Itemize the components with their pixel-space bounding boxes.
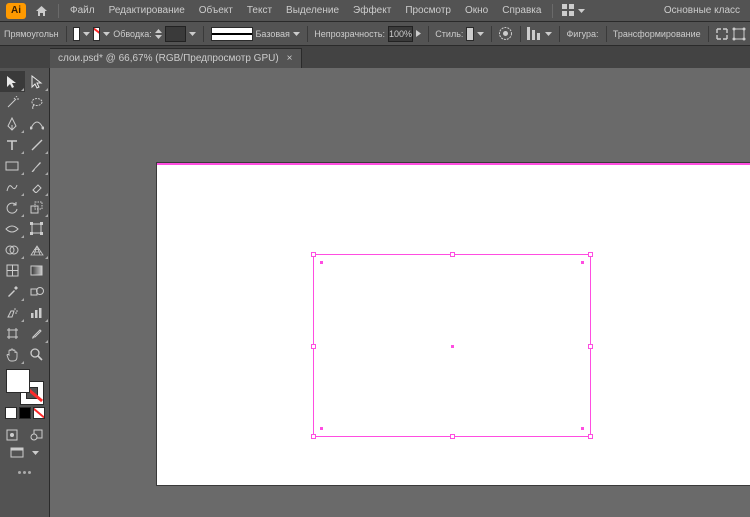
screen-mode-icon[interactable] <box>10 447 24 465</box>
fill-stroke-indicator[interactable] <box>6 369 44 405</box>
graphic-style-swatch[interactable] <box>466 27 473 41</box>
stroke-label: Обводка: <box>113 29 152 39</box>
stroke-width-stepper[interactable] <box>155 27 162 41</box>
chevron-down-icon[interactable] <box>103 27 110 41</box>
app-logo: Ai <box>6 3 26 19</box>
edit-toolbar-icon[interactable] <box>0 471 49 474</box>
divider <box>58 4 59 18</box>
artboard-tool[interactable] <box>0 323 25 344</box>
menu-effect[interactable]: Эффект <box>346 0 398 22</box>
workspace-switcher[interactable]: Основные класс <box>660 5 744 16</box>
hand-tool[interactable] <box>0 344 25 365</box>
curvature-tool[interactable] <box>25 113 50 134</box>
menu-help[interactable]: Справка <box>495 0 548 22</box>
document-tabstrip: слои.psd* @ 66,67% (RGB/Предпросмотр GPU… <box>0 46 750 68</box>
lasso-tool[interactable] <box>25 92 50 113</box>
free-transform-tool[interactable] <box>25 218 50 239</box>
paintbrush-tool[interactable] <box>25 155 50 176</box>
document-tab[interactable]: слои.psd* @ 66,67% (RGB/Предпросмотр GPU… <box>50 48 302 68</box>
tools-panel <box>0 68 50 517</box>
shape-type-label: Прямоугольн <box>4 29 59 39</box>
zoom-tool[interactable] <box>25 344 50 365</box>
width-tool[interactable] <box>0 218 25 239</box>
perspective-grid-tool[interactable] <box>25 239 50 260</box>
chevron-down-icon[interactable] <box>545 27 552 41</box>
column-graph-tool[interactable] <box>25 302 50 323</box>
menu-bar: Ai Файл Редактирование Объект Текст Выде… <box>0 0 750 22</box>
edit-corners-icon[interactable] <box>732 25 746 43</box>
selection-tool[interactable] <box>0 71 25 92</box>
align-icon[interactable] <box>527 25 542 43</box>
stroke-type-swatch[interactable] <box>211 27 253 41</box>
opacity-input[interactable]: 100% <box>388 26 413 42</box>
opacity-label: Непрозрачность: <box>314 29 385 39</box>
stroke-width-input[interactable] <box>165 26 186 42</box>
menu-selection[interactable]: Выделение <box>279 0 346 22</box>
blend-tool[interactable] <box>25 281 50 302</box>
mesh-tool[interactable] <box>0 260 25 281</box>
divider <box>552 4 553 18</box>
none-mode-icon[interactable] <box>33 407 45 419</box>
color-mode-icon[interactable] <box>5 407 17 419</box>
isolate-icon[interactable] <box>715 25 729 43</box>
menu-window[interactable]: Окно <box>458 0 495 22</box>
scale-tool[interactable] <box>25 197 50 218</box>
type-tool[interactable] <box>0 134 25 155</box>
rectangle-tool[interactable] <box>0 155 25 176</box>
control-bar: Прямоугольн Обводка: Базовая Непрозрачно… <box>0 22 750 46</box>
draw-behind-icon[interactable] <box>25 424 50 445</box>
chevron-down-icon[interactable] <box>189 27 196 41</box>
chevron-down-icon[interactable] <box>576 4 586 18</box>
menu-view[interactable]: Просмотр <box>398 0 458 22</box>
fill-indicator[interactable] <box>6 369 30 393</box>
line-tool[interactable] <box>25 134 50 155</box>
menu-file[interactable]: Файл <box>63 0 102 22</box>
eyedropper-tool[interactable] <box>0 281 25 302</box>
shape-button[interactable]: Фигура: <box>566 29 598 39</box>
stroke-type-label: Базовая <box>256 29 290 39</box>
chevron-down-icon[interactable] <box>83 27 90 41</box>
close-icon[interactable]: × <box>287 53 293 64</box>
chevron-down-icon[interactable] <box>416 27 421 41</box>
gradient-tool[interactable] <box>25 260 50 281</box>
eraser-tool[interactable] <box>25 176 50 197</box>
menu-text[interactable]: Текст <box>240 0 279 22</box>
shape-builder-tool[interactable] <box>0 239 25 260</box>
chevron-down-icon[interactable] <box>293 27 300 41</box>
fill-swatch[interactable] <box>73 27 80 41</box>
home-icon[interactable] <box>32 3 50 19</box>
selection-rectangle[interactable] <box>313 254 591 437</box>
menu-edit[interactable]: Редактирование <box>102 0 192 22</box>
document-title: слои.psd* @ 66,67% (RGB/Предпросмотр GPU… <box>58 53 279 64</box>
gradient-mode-icon[interactable] <box>19 407 31 419</box>
draw-normal-icon[interactable] <box>0 424 25 445</box>
menu-object[interactable]: Объект <box>192 0 240 22</box>
magic-wand-tool[interactable] <box>0 92 25 113</box>
transform-button[interactable]: Трансформирование <box>613 29 701 39</box>
pen-tool[interactable] <box>0 113 25 134</box>
chevron-down-icon[interactable] <box>32 447 39 465</box>
recolor-icon[interactable] <box>498 25 513 43</box>
direct-selection-tool[interactable] <box>25 71 50 92</box>
chevron-down-icon[interactable] <box>477 27 484 41</box>
symbol-sprayer-tool[interactable] <box>0 302 25 323</box>
stroke-swatch[interactable] <box>93 27 100 41</box>
canvas-area[interactable] <box>50 68 750 517</box>
shaper-tool[interactable] <box>0 176 25 197</box>
windows-icon[interactable] <box>562 4 576 18</box>
style-label: Стиль: <box>435 29 463 39</box>
slice-tool[interactable] <box>25 323 50 344</box>
rotate-tool[interactable] <box>0 197 25 218</box>
